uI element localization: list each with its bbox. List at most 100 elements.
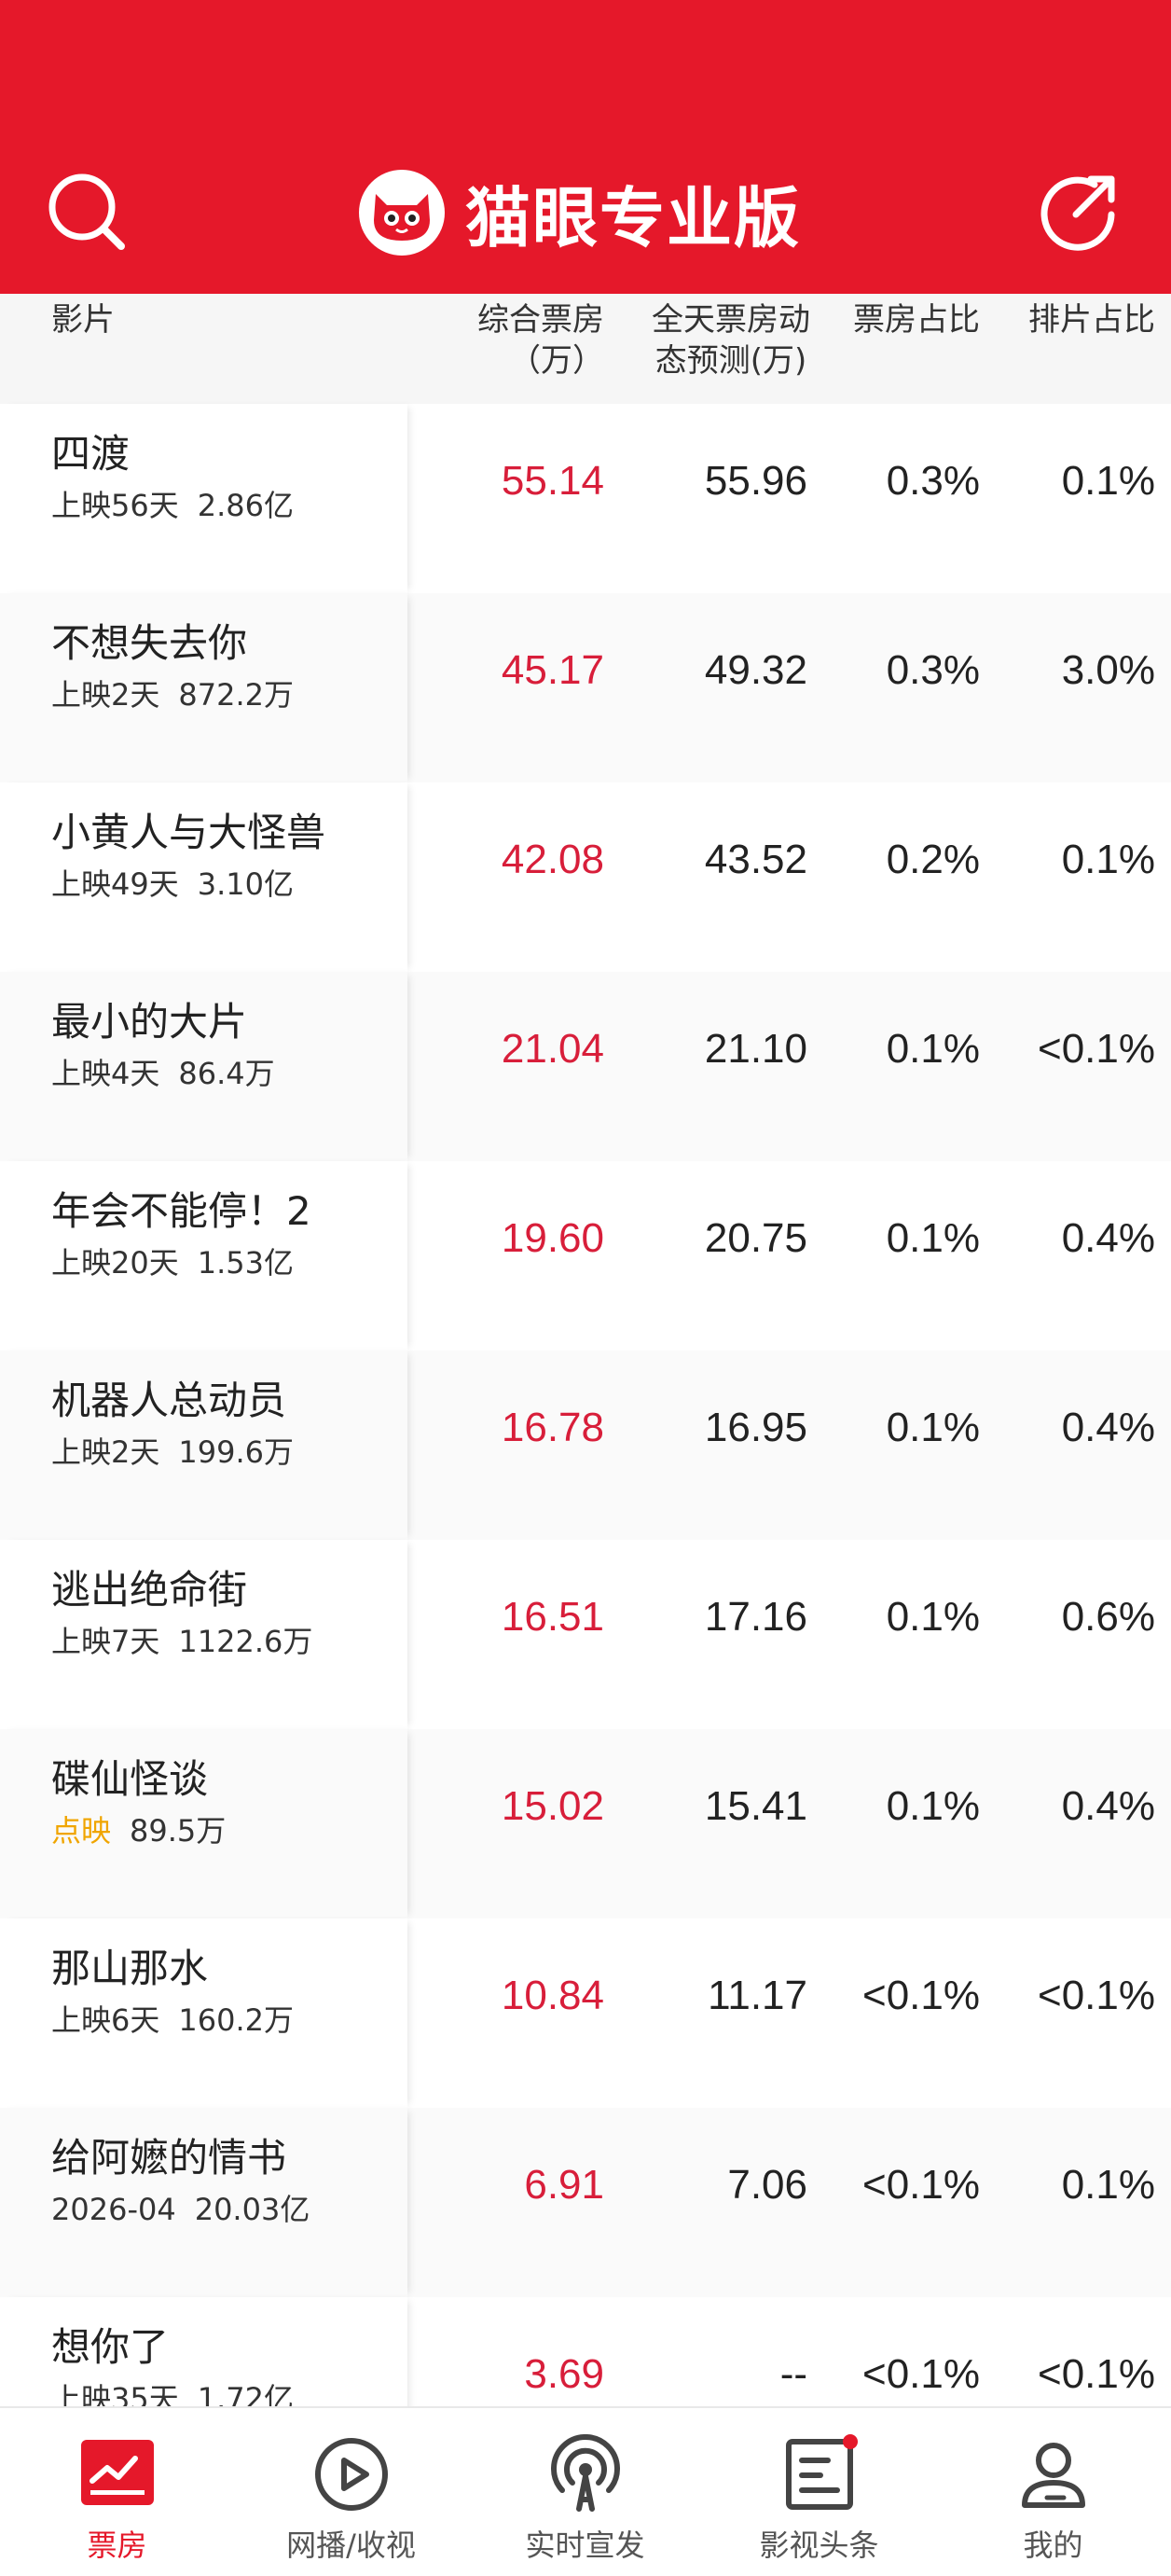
schedule-share-value: 0.1% — [1061, 2162, 1155, 2208]
box-office-value: 42.08 — [501, 837, 604, 882]
forecast-value: 21.10 — [704, 1026, 807, 1072]
box-office-value: 16.78 — [501, 1405, 604, 1450]
forecast-value: 49.32 — [704, 647, 807, 693]
film-meta: 上映7天 1122.6万 — [51, 1624, 313, 1659]
schedule-share-value: 0.4% — [1061, 1783, 1155, 1829]
nav-headlines[interactable]: 影视头条 — [702, 2408, 936, 2576]
table-row[interactable]: 那山那水 上映6天 160.2万 10.84 11.17 <0.1% <0.1% — [0, 1918, 1171, 2108]
header-film: 影片 — [51, 301, 115, 339]
nav-label: 实时宣发 — [525, 2528, 645, 2563]
nav-profile[interactable]: 我的 — [936, 2408, 1170, 2576]
nav-streaming[interactable]: 网播/收视 — [234, 2408, 468, 2576]
nav-box-office[interactable]: 票房 — [0, 2408, 234, 2576]
table-row[interactable]: 最小的大片 上映4天 86.4万 21.04 21.10 0.1% <0.1% — [0, 972, 1171, 1161]
table-row[interactable]: 小黄人与大怪兽 上映49天 3.10亿 42.08 43.52 0.2% 0.1% — [0, 782, 1171, 972]
table-row[interactable]: 碟仙怪谈 点映 89.5万 15.02 15.41 0.1% 0.4% — [0, 1729, 1171, 1918]
header-box-share[interactable]: 票房占比 — [853, 299, 980, 340]
search-icon[interactable] — [45, 170, 129, 254]
forecast-value: 11.17 — [708, 1973, 807, 2018]
forecast-value: 7.06 — [727, 2162, 807, 2208]
profile-icon — [1021, 2443, 1085, 2508]
film-name: 那山那水 — [51, 1946, 209, 1991]
schedule-share-value: 0.4% — [1061, 1215, 1155, 1261]
box-office-chart-icon — [80, 2440, 154, 2505]
box-share-value: 0.1% — [886, 1783, 980, 1829]
film-name: 给阿嬷的情书 — [51, 2135, 287, 2181]
film-meta: 上映2天 872.2万 — [51, 677, 294, 713]
film-meta: 点映 89.5万 — [51, 1813, 227, 1849]
forecast-value: -- — [779, 2351, 807, 2397]
preview-tag: 点映 — [51, 1813, 112, 1849]
app-logo: 猫眼专业版 — [359, 166, 801, 259]
schedule-share-value: <0.1% — [1038, 1026, 1155, 1072]
broadcast-icon — [550, 2434, 620, 2512]
box-share-value: <0.1% — [862, 1973, 980, 2018]
film-name: 最小的大片 — [51, 999, 248, 1045]
forecast-value: 17.16 — [704, 1594, 807, 1640]
box-share-value: 0.3% — [886, 647, 980, 693]
table-row[interactable]: 年会不能停！2 上映20天 1.53亿 19.60 20.75 0.1% 0.4% — [0, 1161, 1171, 1350]
box-office-value: 45.17 — [501, 647, 604, 693]
box-share-value: <0.1% — [862, 2162, 980, 2208]
nav-publicity[interactable]: 实时宣发 — [468, 2408, 702, 2576]
film-name: 碟仙怪谈 — [51, 1756, 209, 1802]
app-title: 猫眼专业版 — [465, 179, 801, 256]
nav-label: 我的 — [1023, 2528, 1083, 2563]
film-meta: 上映49天 3.10亿 — [51, 866, 294, 902]
film-name: 机器人总动员 — [51, 1378, 287, 1423]
box-share-value: 0.1% — [886, 1405, 980, 1450]
film-name: 不想失去你 — [51, 620, 248, 666]
film-name: 想你了 — [51, 2324, 170, 2370]
notification-dot — [842, 2434, 858, 2449]
film-name: 逃出绝命街 — [51, 1567, 248, 1613]
header-box-office[interactable]: 综合票房 （万） — [477, 299, 604, 381]
forecast-value: 55.96 — [704, 458, 807, 504]
nav-label: 票房 — [87, 2528, 147, 2563]
film-meta: 上映4天 86.4万 — [51, 1056, 275, 1091]
film-name: 四渡 — [51, 431, 131, 477]
cat-logo-icon — [359, 170, 445, 256]
box-office-value: 6.91 — [524, 2162, 604, 2208]
film-meta: 2026-04 20.03亿 — [51, 2192, 310, 2227]
schedule-share-value: <0.1% — [1038, 1973, 1155, 2018]
table-row[interactable]: 逃出绝命街 上映7天 1122.6万 16.51 17.16 0.1% 0.6% — [0, 1540, 1171, 1729]
box-office-value: 10.84 — [501, 1973, 604, 2018]
box-share-value: 0.1% — [886, 1026, 980, 1072]
schedule-share-value: 0.6% — [1061, 1594, 1155, 1640]
nav-label: 网播/收视 — [286, 2528, 416, 2563]
box-office-value: 3.69 — [524, 2351, 604, 2397]
film-name: 年会不能停！2 — [51, 1188, 311, 1234]
box-share-value: <0.1% — [862, 2351, 980, 2397]
box-office-value: 15.02 — [501, 1783, 604, 1829]
film-meta: 上映56天 2.86亿 — [51, 488, 294, 523]
app-header: 猫眼专业版 — [0, 0, 1171, 294]
forecast-value: 16.95 — [704, 1405, 807, 1450]
news-icon — [779, 2434, 860, 2514]
box-office-value: 55.14 — [501, 458, 604, 504]
table-row[interactable]: 机器人总动员 上映2天 199.6万 16.78 16.95 0.1% 0.4% — [0, 1350, 1171, 1540]
schedule-share-value: <0.1% — [1038, 2351, 1155, 2397]
film-name: 小黄人与大怪兽 — [51, 810, 326, 855]
box-share-value: 0.3% — [886, 458, 980, 504]
box-share-value: 0.1% — [886, 1215, 980, 1261]
film-list: 四渡 上映56天 2.86亿 55.14 55.96 0.3% 0.1% 不想失去… — [0, 404, 1171, 2486]
film-meta: 上映2天 199.6万 — [51, 1434, 294, 1470]
play-icon — [314, 2438, 388, 2511]
table-row[interactable]: 给阿嬷的情书 2026-04 20.03亿 6.91 7.06 <0.1% 0.1… — [0, 2108, 1171, 2297]
table-header: 影片 综合票房 （万） 全天票房动 态预测(万) 票房占比 排片占比 — [0, 294, 1171, 404]
bottom-nav: 票房 网播/收视 实时宣发 影视头条 我的 — [0, 2406, 1171, 2576]
forecast-value: 20.75 — [704, 1215, 807, 1261]
table-row[interactable]: 不想失去你 上映2天 872.2万 45.17 49.32 0.3% 3.0% — [0, 593, 1171, 782]
box-share-value: 0.2% — [886, 837, 980, 882]
share-icon[interactable] — [1037, 170, 1121, 254]
forecast-value: 15.41 — [704, 1783, 807, 1829]
header-schedule-share[interactable]: 排片占比 — [1028, 299, 1155, 340]
film-meta: 上映20天 1.53亿 — [51, 1245, 294, 1281]
box-share-value: 0.1% — [886, 1594, 980, 1640]
table-row[interactable]: 四渡 上映56天 2.86亿 55.14 55.96 0.3% 0.1% — [0, 404, 1171, 593]
box-office-value: 21.04 — [501, 1026, 604, 1072]
header-forecast[interactable]: 全天票房动 态预测(万) — [652, 299, 810, 381]
schedule-share-value: 0.1% — [1061, 837, 1155, 882]
box-office-value: 19.60 — [501, 1215, 604, 1261]
film-meta: 上映6天 160.2万 — [51, 2002, 294, 2038]
